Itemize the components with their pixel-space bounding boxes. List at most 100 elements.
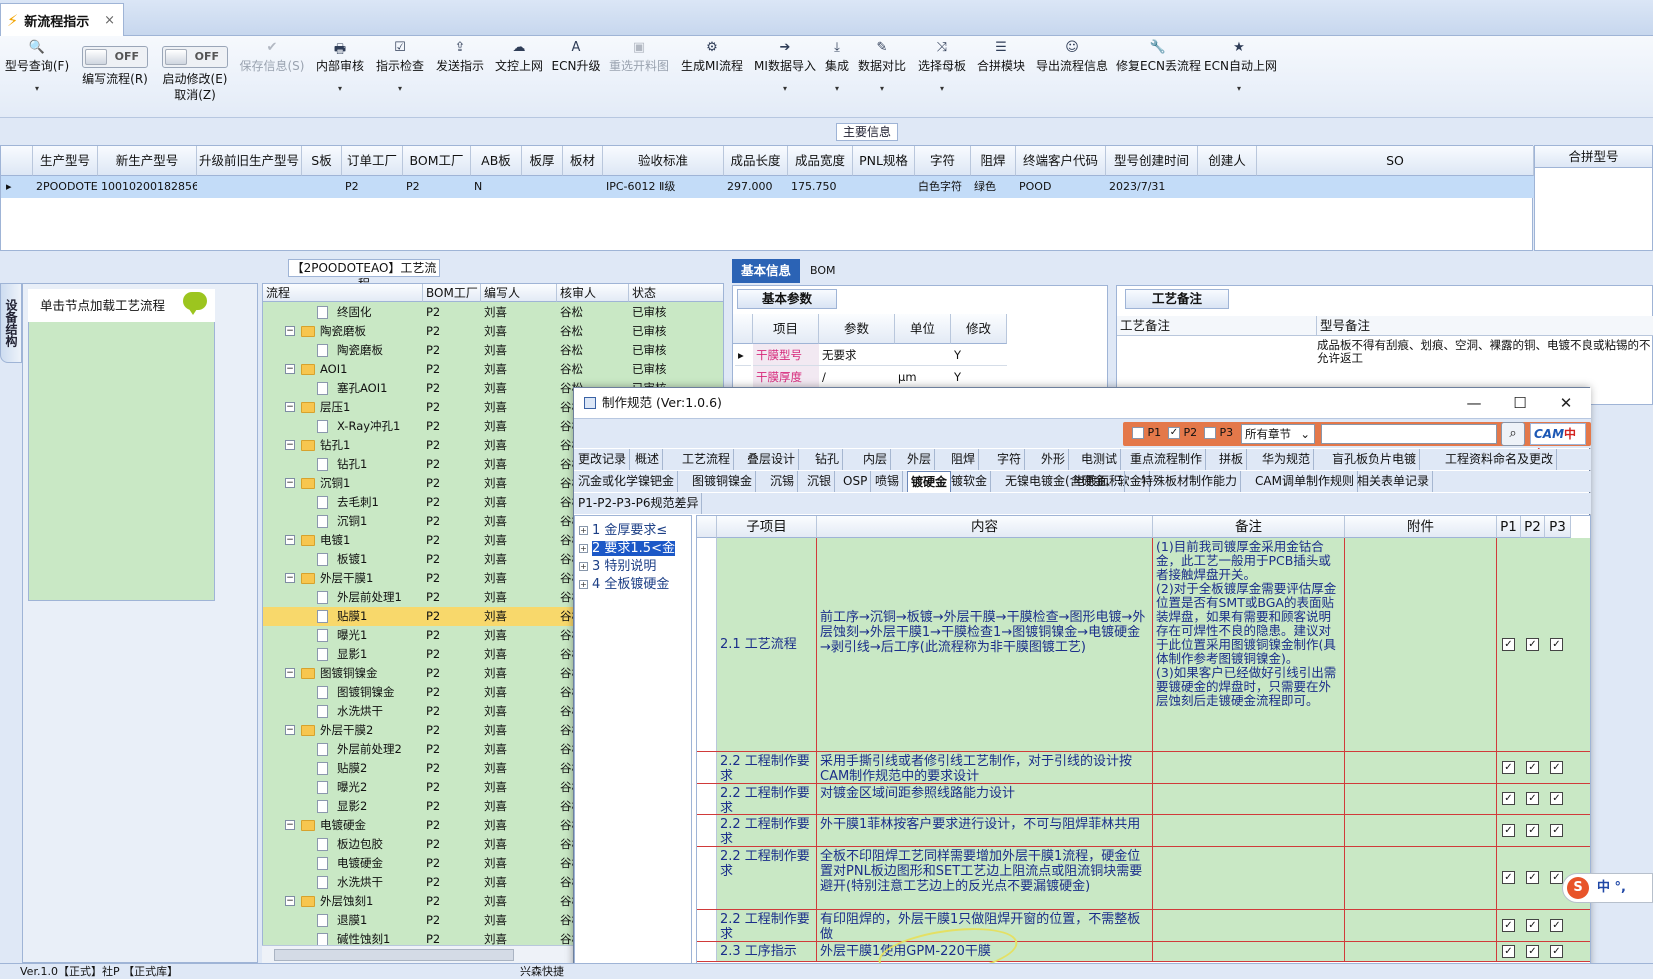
spec-p-checkbox[interactable]: ✓ <box>1550 919 1563 932</box>
spec-p-checkbox[interactable]: ✓ <box>1502 792 1515 805</box>
spec-attachment[interactable] <box>1345 815 1497 846</box>
filter-p1[interactable]: P1 <box>1132 426 1161 439</box>
spec-nav-tab[interactable]: 沉银 <box>804 471 836 492</box>
toolbar-btn-6[interactable]: ⇪ 发送指示 <box>432 40 488 74</box>
p3-checkbox[interactable] <box>1204 427 1216 439</box>
dropdown-arrow-icon[interactable]: ▾ <box>822 84 852 93</box>
table-cell[interactable]: N <box>471 176 522 198</box>
p2-checkbox[interactable]: ✓ <box>1168 427 1180 439</box>
table-cell[interactable] <box>563 176 603 198</box>
spec-nav-tab[interactable]: 喷锡 <box>872 471 904 492</box>
scroll-thumb[interactable] <box>274 949 514 961</box>
spec-nav-tab[interactable]: 钻孔 <box>812 449 844 470</box>
params-cell[interactable] <box>895 344 951 366</box>
spec-row[interactable]: 2.1 工艺流程 前工序→沉铜→板镀→外层干膜→干膜检查→图形电镀→外层蚀刻→外层… <box>697 538 1590 752</box>
spec-nav-tab[interactable]: 外形 <box>1038 449 1070 470</box>
table-cell[interactable]: 297.000 <box>724 176 788 198</box>
spec-nav-tab[interactable]: 相关表单记录 <box>1354 471 1434 492</box>
collapse-icon[interactable]: − <box>285 478 295 488</box>
spec-p-checkbox[interactable]: ✓ <box>1502 871 1515 884</box>
flow-column-header[interactable]: 状态 <box>629 284 723 302</box>
spec-p-checkbox[interactable]: ✓ <box>1550 945 1563 958</box>
spec-nav-tab[interactable]: 图镀铜镍金 <box>689 471 757 492</box>
spec-attachment[interactable] <box>1345 847 1497 909</box>
spec-nav-tab[interactable]: 沉锡 <box>767 471 799 492</box>
spec-nav-tab[interactable]: 镀软金 <box>948 471 992 492</box>
spec-nav-tab[interactable]: P1-P2-P3-P6规范差异 <box>575 493 703 514</box>
params-cell[interactable]: Y <box>951 366 1007 388</box>
spec-nav-tab[interactable]: 镀硬金 <box>907 471 952 492</box>
spec-p-checkbox[interactable]: ✓ <box>1502 761 1515 774</box>
toolbar-btn-7[interactable]: ☁ 文控上网 <box>492 40 546 74</box>
column-header[interactable]: 生产型号 <box>33 146 98 176</box>
column-header[interactable]: BOM工厂 <box>403 146 471 176</box>
spec-column-header[interactable]: 附件 <box>1345 516 1497 538</box>
spec-nav-tab[interactable]: 特殊板材制作能力 <box>1138 471 1242 492</box>
spec-nav-tab[interactable]: 重点流程制作 <box>1127 449 1207 470</box>
spec-p-checkbox[interactable]: ✓ <box>1502 945 1515 958</box>
collapse-icon[interactable]: − <box>285 573 295 583</box>
spec-nav-tab[interactable]: 电镀面积 <box>1070 471 1126 492</box>
toolbar-btn-12[interactable]: ⤓ 集成 ▾ <box>822 40 852 93</box>
column-header[interactable]: 创建人 <box>1198 146 1257 176</box>
spec-row[interactable]: 2.2 工程制作要求 采用手撕引线或者修引线工艺制作，对于引线的设计按CAM制作规… <box>697 752 1590 784</box>
table-cell[interactable]: 175.750 <box>788 176 853 198</box>
dropdown-arrow-icon[interactable]: ▾ <box>312 84 368 93</box>
params-column-header[interactable]: 参数 <box>819 314 895 344</box>
dropdown-arrow-icon[interactable]: ▾ <box>854 84 910 93</box>
flow-column-header[interactable]: BOM工厂 <box>423 284 481 302</box>
toolbar-btn-5[interactable]: ☑ 指示检查 ▾ <box>372 40 428 93</box>
spec-nav-tab[interactable]: 沉金或化学镍钯金 <box>575 471 679 492</box>
expand-icon[interactable]: + <box>579 580 588 589</box>
spec-p-checkbox[interactable]: ✓ <box>1502 638 1515 651</box>
table-cell[interactable] <box>522 176 563 198</box>
params-cell[interactable]: 干膜型号 <box>753 344 819 366</box>
table-cell[interactable]: 10010200182856 <box>98 176 197 198</box>
spec-p-checkbox[interactable]: ✓ <box>1526 638 1539 651</box>
spec-attachment[interactable] <box>1345 784 1497 814</box>
minimize-icon[interactable]: — <box>1451 388 1497 418</box>
flow-row[interactable]: − AOI1 P2 刘喜 谷松 已审核 <box>263 360 723 379</box>
dropdown-arrow-icon[interactable]: ▾ <box>914 84 970 93</box>
spec-p-checkbox[interactable]: ✓ <box>1550 638 1563 651</box>
collapse-icon[interactable]: − <box>285 364 295 374</box>
spec-column-header[interactable]: 子项目 <box>717 516 817 538</box>
spec-p-checkbox[interactable]: ✓ <box>1526 761 1539 774</box>
flow-row[interactable]: 终固化 P2 刘喜 谷松 已审核 <box>263 303 723 322</box>
search-input[interactable] <box>1321 424 1497 444</box>
spec-nav-tab[interactable]: 更改记录 <box>575 449 631 470</box>
spec-nav-tab[interactable]: 内层 <box>860 449 892 470</box>
spec-row[interactable]: 2.2 工程制作要求 外干膜1菲林按客户要求进行设计，不可与阻焊菲林共用 ✓ ✓ ✓ <box>697 815 1590 847</box>
close-icon[interactable]: × <box>104 13 115 28</box>
toolbar-btn-8[interactable]: A ECN升级 <box>550 40 602 74</box>
spec-column-header[interactable]: 备注 <box>1153 516 1345 538</box>
toolbar-btn-14[interactable]: ⤨ 选择母板 ▾ <box>914 40 970 93</box>
toolbar-btn-17[interactable]: 🔧 修复ECN丢流程 <box>1116 40 1201 74</box>
table-cell[interactable] <box>197 176 302 198</box>
toolbar-btn-15[interactable]: ☰ 合拼模块 <box>974 40 1028 74</box>
spec-p-checkbox[interactable]: ✓ <box>1526 945 1539 958</box>
column-header[interactable]: 成品长度 <box>724 146 788 176</box>
toggle-switch[interactable]: OFF <box>82 46 148 68</box>
spec-p-checkbox[interactable]: ✓ <box>1502 919 1515 932</box>
column-header[interactable]: 成品宽度 <box>788 146 853 176</box>
tab-bom[interactable]: BOM <box>810 259 836 283</box>
spec-column-header[interactable]: P3 <box>1545 516 1571 538</box>
toolbar-btn-13[interactable]: ✎ 数据对比 ▾ <box>854 40 910 93</box>
toolbar-btn-16[interactable]: ☺ 导出流程信息 <box>1032 40 1112 74</box>
column-header[interactable]: PNL规格 <box>853 146 915 176</box>
spec-nav-tab[interactable]: 阻焊 <box>948 449 980 470</box>
flow-row[interactable]: 陶瓷磨板 P2 刘喜 谷松 已审核 <box>263 341 723 360</box>
params-column-header[interactable]: 项目 <box>753 314 819 344</box>
spec-nav-tab[interactable]: 外层 <box>904 449 936 470</box>
table-cell[interactable]: 白色字符 <box>915 176 971 198</box>
toolbar-btn-2[interactable]: OFF 启动修改(E) 取消(Z) <box>158 40 232 103</box>
expand-icon[interactable]: + <box>579 526 588 535</box>
params-cell[interactable]: 干膜厚度 <box>753 366 819 388</box>
spec-attachment[interactable] <box>1345 752 1497 783</box>
search-button[interactable]: ⌕ <box>1501 422 1525 446</box>
spec-p-checkbox[interactable]: ✓ <box>1526 792 1539 805</box>
column-header[interactable]: 型号创建时间 <box>1106 146 1198 176</box>
spec-nav-tab[interactable]: 华为规范 <box>1259 449 1315 470</box>
flow-row[interactable]: − 陶瓷磨板 P2 刘喜 谷松 已审核 <box>263 322 723 341</box>
